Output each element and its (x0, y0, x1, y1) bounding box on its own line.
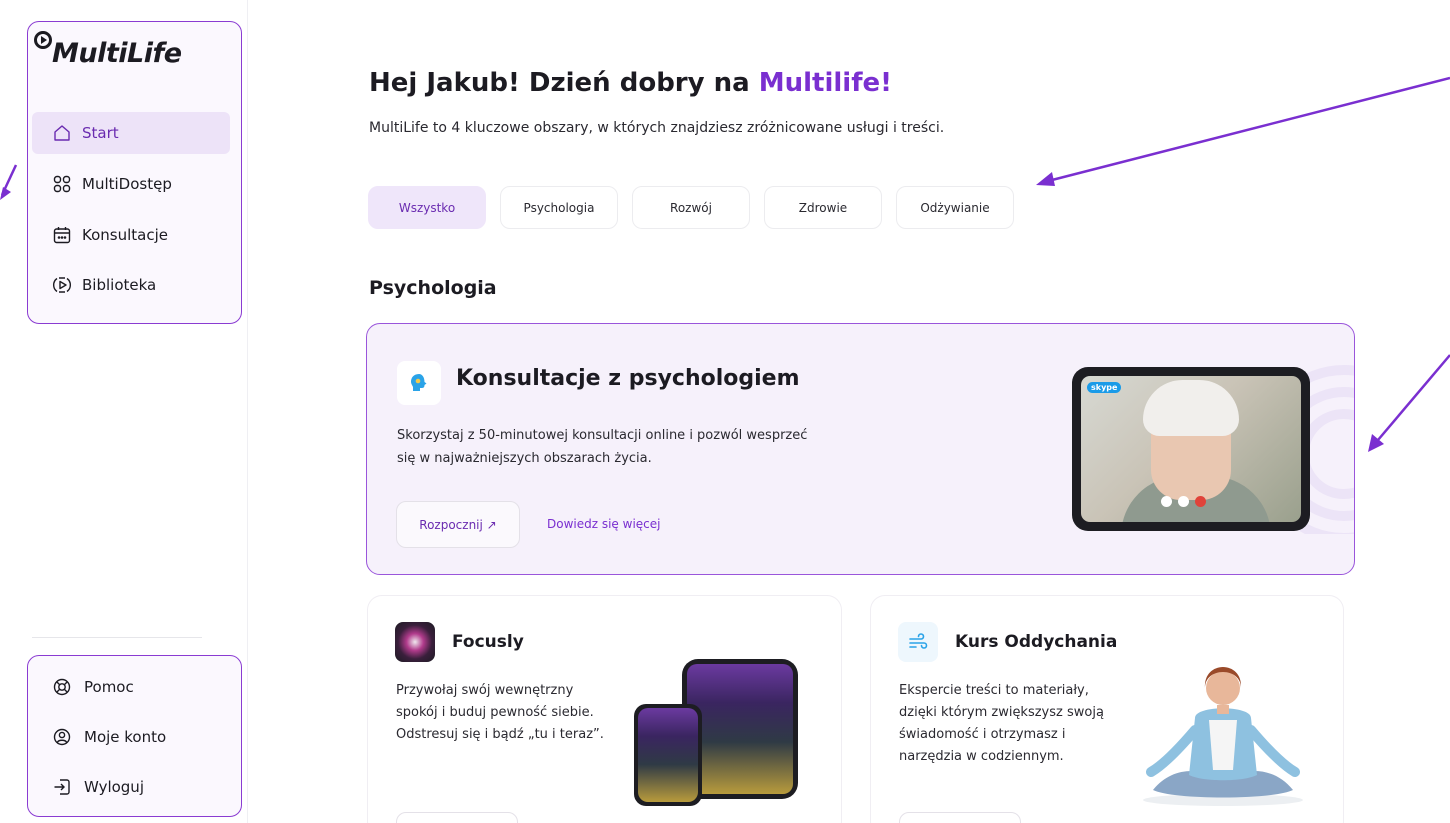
video-call-tablet-image: skype (1072, 367, 1310, 531)
sidebar-item-biblioteka[interactable]: Biblioteka (32, 264, 230, 306)
card-description: Ekspercie treści to materiały, dzięki kt… (899, 683, 1104, 764)
sidebar-item-multidostep[interactable]: MultiDostęp (32, 163, 230, 205)
hero-title: Konsultacje z psychologiem (456, 366, 800, 391)
video-toggle-icon (1161, 496, 1172, 507)
help-label: Pomoc (84, 678, 134, 696)
home-icon (52, 123, 72, 143)
lifebuoy-icon (53, 678, 71, 696)
logout-icon (54, 779, 70, 795)
sidebar-item-start[interactable]: Start (32, 112, 230, 154)
card-button[interactable] (899, 812, 1021, 823)
sidebar: MultiLife Start MultiDostęp Konsultacje … (0, 0, 248, 823)
greeting-highlight: Multilife! (758, 68, 892, 98)
meditating-woman-image (1143, 667, 1303, 806)
sidebar-item-label: Biblioteka (82, 276, 157, 294)
tab-odzywianie[interactable]: Odżywianie (896, 186, 1014, 229)
tab-zdrowie[interactable]: Zdrowie (764, 186, 882, 229)
annotation-arrow-hero (1368, 354, 1450, 452)
card-title: Kurs Oddychania (955, 632, 1118, 652)
user-icon (53, 728, 71, 746)
nav-panel: MultiLife Start MultiDostęp Konsultacje … (27, 21, 242, 324)
annotation-arrow-tabs (1036, 76, 1450, 186)
phone-screen (687, 664, 793, 794)
logo-play-icon (34, 31, 52, 49)
hero-description: Skorzystaj z 50-minutowej konsultacji on… (397, 428, 808, 466)
hangup-icon (1195, 496, 1206, 507)
account-panel: Pomoc Moje konto Wyloguj (27, 655, 242, 817)
phone-mockup-image-small (634, 704, 702, 806)
brain-head-icon (397, 361, 441, 405)
card-kurs-oddychania[interactable]: Kurs Oddychania Ekspercie treści to mate… (871, 596, 1343, 823)
page-title: Hej Jakub! Dzień dobry na Multilife! (369, 68, 892, 98)
sidebar-item-label: Start (82, 124, 119, 142)
category-tabs: Wszystko Psychologia Rozwój Zdrowie Odży… (368, 186, 1014, 229)
card-title: Focusly (452, 632, 524, 652)
wind-icon (898, 622, 938, 662)
start-button[interactable]: Rozpocznij ↗ (396, 501, 520, 548)
greeting-text: Hej Jakub! Dzień dobry na (369, 68, 759, 98)
card-focusly[interactable]: Focusly Przywołaj swój wewnętrzny spokój… (368, 596, 841, 823)
logout-link[interactable]: Wyloguj (28, 767, 238, 807)
sidebar-item-label: MultiDostęp (82, 175, 172, 193)
logo[interactable]: MultiLife (34, 28, 182, 69)
account-link[interactable]: Moje konto (28, 717, 238, 757)
focusly-app-icon (395, 622, 435, 662)
card-button[interactable] (396, 812, 518, 823)
learn-more-link[interactable]: Dowiedz się więcej (547, 517, 660, 531)
calendar-icon (52, 225, 72, 245)
account-label: Moje konto (84, 728, 167, 746)
skype-logo: skype (1087, 382, 1122, 393)
logout-label: Wyloguj (84, 778, 144, 796)
help-link[interactable]: Pomoc (28, 667, 238, 707)
logo-text: MultiLife (52, 38, 182, 69)
card-description: Przywołaj swój wewnętrzny spokój i buduj… (396, 683, 604, 742)
annotation-arrow-left (0, 164, 18, 200)
sidebar-item-konsultacje[interactable]: Konsultacje (32, 214, 230, 256)
mic-toggle-icon (1178, 496, 1189, 507)
illustration-hair (1143, 380, 1239, 436)
sidebar-divider (32, 637, 202, 638)
call-controls (1161, 496, 1206, 507)
grid-icon (52, 174, 72, 194)
play-circle-icon (52, 275, 72, 295)
page-subtitle: MultiLife to 4 kluczowe obszary, w który… (369, 120, 945, 136)
sidebar-item-label: Konsultacje (82, 226, 168, 244)
tab-psychologia[interactable]: Psychologia (500, 186, 618, 229)
video-call-screen: skype (1081, 376, 1301, 522)
tab-wszystko[interactable]: Wszystko (368, 186, 486, 229)
phone-screen (638, 708, 698, 802)
tab-rozwoj[interactable]: Rozwój (632, 186, 750, 229)
hero-card-psychologist: Konsultacje z psychologiem Skorzystaj z … (366, 323, 1355, 575)
section-title: Psychologia (369, 277, 497, 299)
